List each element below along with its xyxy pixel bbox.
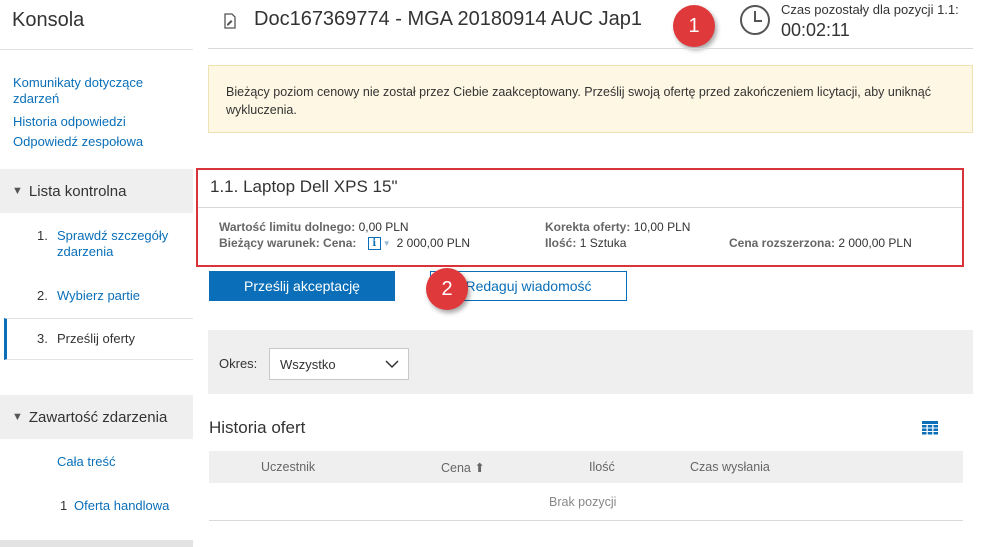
column-price[interactable]: Cena ⬆ xyxy=(441,460,485,475)
document-edit-icon xyxy=(224,13,236,29)
warning-message: Bieżący poziom cenowy nie został przez C… xyxy=(208,65,973,133)
step-label: Wybierz partie xyxy=(57,288,140,303)
step-label: Prześlij oferty xyxy=(57,331,136,346)
filter-bar: Okres: Wszystko xyxy=(208,330,973,394)
period-selected-value: Wszystko xyxy=(280,357,336,372)
clock-icon xyxy=(740,5,770,35)
time-remaining-value: 00:02:11 xyxy=(781,20,850,40)
commercial-offer-item[interactable]: 1 Oferta handlowa xyxy=(60,498,190,514)
column-quantity[interactable]: Ilość xyxy=(589,460,615,474)
callout-badge: 1 xyxy=(673,5,715,47)
checklist-title: Lista kontrolna xyxy=(28,182,127,200)
collapse-triangle-icon: ▼ xyxy=(12,185,23,197)
step-number: 3. xyxy=(37,331,48,346)
callout-badge: 2 xyxy=(426,268,468,310)
step-number: 1. xyxy=(37,228,48,243)
column-participant[interactable]: Uczestnik xyxy=(261,460,315,474)
table-view-icon[interactable] xyxy=(922,421,938,435)
bid-history-title: Historia ofert xyxy=(209,418,306,437)
team-response-link[interactable]: Odpowiedź zespołowa xyxy=(13,134,143,150)
item-number: 1 xyxy=(60,498,68,513)
period-select[interactable]: Wszystko xyxy=(269,348,409,380)
step-label: Sprawdź szczegóły zdarzenia xyxy=(57,228,169,259)
step-submit-offers[interactable]: 3. Prześlij oferty xyxy=(4,318,193,360)
checklist-header[interactable]: ▼ Lista kontrolna xyxy=(0,169,193,213)
empty-table-message: Brak pozycji xyxy=(549,495,617,509)
step-number: 2. xyxy=(37,288,48,303)
event-content-title: Zawartość zdarzenia xyxy=(28,408,168,426)
collapse-triangle-icon: ▼ xyxy=(12,411,23,423)
sidebar-footer-bar xyxy=(0,540,193,547)
submit-acceptance-button[interactable]: Prześlij akceptację xyxy=(209,271,395,301)
event-messages-link[interactable]: Komunikaty dotyczące zdarzeń xyxy=(13,75,163,107)
column-sent-time[interactable]: Czas wysłania xyxy=(690,460,770,474)
page-title: Doc167369774 - MGA 20180914 AUC Jap1 xyxy=(254,8,643,30)
sidebar: Konsola Komunikaty dotyczące zdarzeń His… xyxy=(0,0,193,547)
chevron-down-icon xyxy=(385,360,399,369)
response-history-link[interactable]: Historia odpowiedzi xyxy=(13,114,126,130)
highlight-frame xyxy=(196,168,964,267)
bid-history-table-header: Uczestnik Cena ⬆ Ilość Czas wysłania xyxy=(209,451,963,483)
step-select-lots[interactable]: 2. Wybierz partie xyxy=(37,288,187,304)
console-title: Konsola xyxy=(12,9,85,31)
period-label: Okres: xyxy=(219,356,258,371)
event-content-header[interactable]: ▼ Zawartość zdarzenia xyxy=(0,395,193,439)
item-label: Oferta handlowa xyxy=(74,498,170,513)
step-review-event-details[interactable]: 1. Sprawdź szczegóły zdarzenia xyxy=(37,228,187,262)
divider xyxy=(0,49,193,50)
all-content-link[interactable]: Cała treść xyxy=(57,454,116,470)
divider xyxy=(208,48,973,49)
divider xyxy=(209,520,963,521)
time-remaining-label: Czas pozostały dla pozycji 1.1: xyxy=(781,2,959,17)
